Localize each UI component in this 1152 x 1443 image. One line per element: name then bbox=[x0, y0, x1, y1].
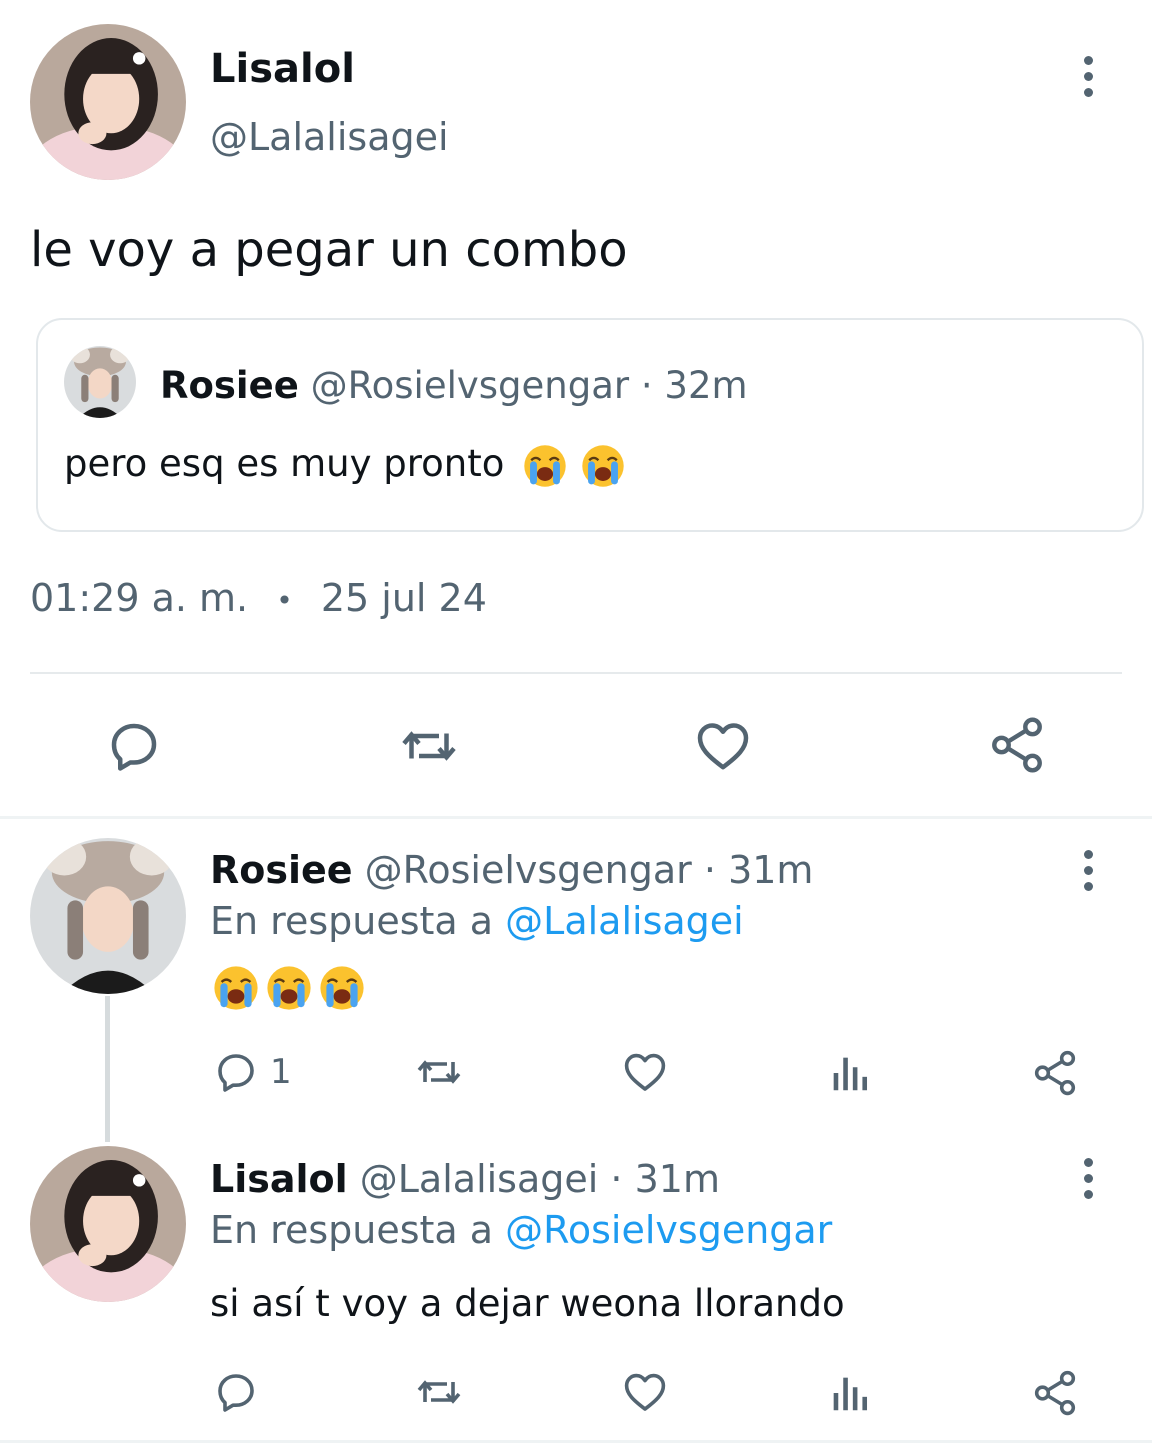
tweet-text: si así t voy a dejar weona llorando bbox=[210, 1282, 845, 1325]
divider bbox=[30, 672, 1122, 674]
reply-context-label: En respuesta a bbox=[210, 1208, 494, 1252]
avatar bbox=[64, 346, 136, 418]
retweet-icon bbox=[396, 716, 462, 776]
author-handle[interactable]: @Lalalisagei bbox=[210, 115, 449, 159]
reply-to-link[interactable]: @Rosielvsgengar bbox=[505, 1208, 832, 1252]
reply-button[interactable] bbox=[104, 716, 164, 776]
more-options-icon[interactable] bbox=[1078, 1158, 1098, 1202]
quoted-tweet-card[interactable]: Rosiee @Rosielvsgengar · 32m pero esq es… bbox=[36, 318, 1144, 532]
tweet-date: 25 jul 24 bbox=[320, 576, 487, 620]
share-icon bbox=[1030, 1368, 1080, 1418]
reply-icon bbox=[104, 716, 164, 776]
views-icon bbox=[826, 1050, 872, 1096]
avatar[interactable] bbox=[30, 838, 186, 994]
like-icon bbox=[620, 1368, 670, 1416]
tweet-time: 31m bbox=[728, 848, 814, 892]
reply-to-link[interactable]: @Lalalisagei bbox=[505, 899, 744, 943]
author-handle[interactable]: @Lalalisagei bbox=[360, 1157, 599, 1201]
views-button[interactable] bbox=[826, 1050, 872, 1096]
share-button[interactable] bbox=[1030, 1368, 1080, 1418]
reply-button[interactable] bbox=[212, 1368, 260, 1416]
retweet-button[interactable] bbox=[412, 1368, 466, 1416]
reply-icon bbox=[212, 1368, 260, 1416]
crying-emoji-icon bbox=[265, 964, 313, 1012]
author-handle[interactable]: @Rosielvsgengar bbox=[365, 848, 692, 892]
views-icon bbox=[826, 1370, 872, 1416]
like-button[interactable] bbox=[620, 1048, 670, 1096]
crying-emoji-icon bbox=[580, 443, 626, 489]
section-divider bbox=[0, 816, 1152, 819]
share-button[interactable] bbox=[986, 714, 1048, 776]
views-button[interactable] bbox=[826, 1370, 872, 1416]
author-name[interactable]: Lisalol bbox=[210, 46, 355, 92]
share-button[interactable] bbox=[1030, 1048, 1080, 1098]
retweet-icon bbox=[412, 1368, 466, 1416]
separator-dot: · bbox=[610, 1157, 623, 1201]
crying-emoji-icon bbox=[212, 964, 260, 1012]
retweet-button[interactable] bbox=[396, 716, 462, 776]
share-icon bbox=[986, 714, 1048, 776]
retweet-icon bbox=[412, 1048, 466, 1096]
reply-context-label: En respuesta a bbox=[210, 899, 494, 943]
quoted-author-name: Rosiee bbox=[160, 364, 299, 407]
avatar[interactable] bbox=[30, 24, 186, 180]
separator-dot: · bbox=[703, 848, 716, 892]
quoted-text: pero esq es muy pronto bbox=[64, 442, 505, 485]
like-icon bbox=[692, 716, 754, 776]
avatar[interactable] bbox=[30, 1146, 186, 1302]
reply-icon bbox=[212, 1048, 260, 1096]
separator-dot: · bbox=[640, 364, 653, 407]
tweet-time: 31m bbox=[634, 1157, 720, 1201]
thread-line bbox=[105, 996, 110, 1142]
like-button[interactable] bbox=[692, 716, 754, 776]
share-icon bbox=[1030, 1048, 1080, 1098]
quoted-time: 32m bbox=[664, 364, 748, 407]
quoted-author-handle: @Rosielvsgengar bbox=[310, 364, 630, 407]
retweet-button[interactable] bbox=[412, 1048, 466, 1096]
reply-count: 1 bbox=[270, 1052, 292, 1092]
more-options-icon[interactable] bbox=[1078, 56, 1098, 100]
crying-emoji-icon bbox=[522, 443, 568, 489]
crying-emoji-icon bbox=[318, 964, 366, 1012]
author-name[interactable]: Lisalol bbox=[210, 1157, 348, 1201]
tweet-text: le voy a pegar un combo bbox=[30, 222, 628, 278]
like-button[interactable] bbox=[620, 1368, 670, 1416]
author-name[interactable]: Rosiee bbox=[210, 848, 353, 892]
tweet-text bbox=[212, 964, 366, 1012]
more-options-icon[interactable] bbox=[1078, 850, 1098, 894]
separator-dot: • bbox=[276, 584, 293, 617]
like-icon bbox=[620, 1048, 670, 1096]
tweet-time: 01:29 a. m. bbox=[30, 576, 249, 620]
reply-button[interactable]: 1 bbox=[212, 1048, 292, 1096]
